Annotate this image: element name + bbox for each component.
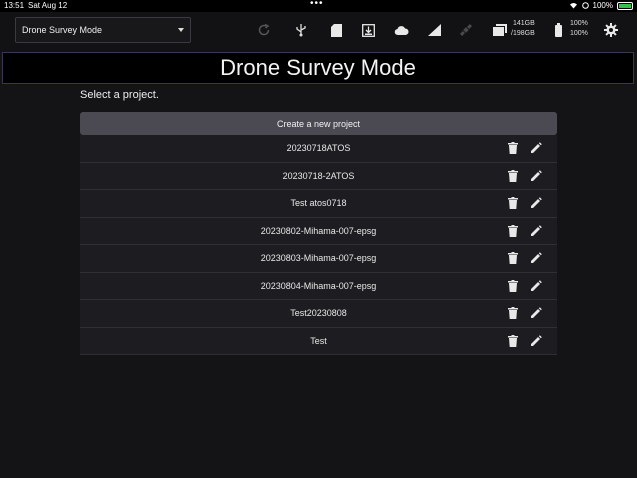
trash-icon[interactable] xyxy=(506,279,520,293)
pencil-icon[interactable] xyxy=(529,141,543,155)
satellite-icon[interactable] xyxy=(458,22,474,38)
refresh-icon[interactable] xyxy=(256,22,272,38)
sd-card-icon[interactable] xyxy=(328,22,344,38)
row-actions xyxy=(506,196,543,210)
trash-icon[interactable] xyxy=(506,306,520,320)
project-name: Test atos0718 xyxy=(290,198,347,209)
status-battery-percent: 100% xyxy=(592,1,613,10)
battery-1-value: 100% xyxy=(570,20,588,27)
row-actions xyxy=(506,251,543,265)
page-title-banner: Drone Survey Mode xyxy=(2,52,634,84)
pencil-icon[interactable] xyxy=(529,334,543,348)
project-row[interactable]: 20230718-2ATOS xyxy=(80,162,557,190)
row-actions xyxy=(506,169,543,183)
project-name: Test20230808 xyxy=(290,308,347,319)
wifi-icon xyxy=(569,3,577,9)
pencil-icon[interactable] xyxy=(529,196,543,210)
project-name: 20230803-Mihama-007-epsg xyxy=(260,253,377,264)
trash-icon[interactable] xyxy=(506,196,520,210)
chevron-down-icon xyxy=(178,28,184,32)
storage-used: 141GB xyxy=(512,20,535,27)
trash-icon[interactable] xyxy=(506,141,520,155)
project-row[interactable]: 20230804-Mihama-007-epsg xyxy=(80,272,557,300)
battery-readout: 100% 100% xyxy=(570,19,588,39)
project-row[interactable]: 20230802-Mihama-007-epsg xyxy=(80,217,557,245)
pencil-icon[interactable] xyxy=(529,306,543,320)
project-row[interactable]: 20230803-Mihama-007-epsg xyxy=(80,245,557,273)
pencil-icon[interactable] xyxy=(529,279,543,293)
project-name: 20230718ATOS xyxy=(286,143,351,154)
create-project-button[interactable]: Create a new project xyxy=(80,112,557,135)
multitask-dots-icon[interactable]: ••• xyxy=(310,0,324,9)
trash-icon[interactable] xyxy=(506,334,520,348)
usb-icon[interactable] xyxy=(293,22,309,38)
storage-readout: 141GB /198GB xyxy=(511,19,535,39)
row-actions xyxy=(506,306,543,320)
mode-select[interactable]: Drone Survey Mode xyxy=(15,17,191,43)
pencil-icon[interactable] xyxy=(529,251,543,265)
storage-total: /198GB xyxy=(511,30,535,37)
toolbar: Drone Survey Mode 141GB /198GB 100% 100% xyxy=(0,12,637,52)
status-right: 100% xyxy=(569,1,633,10)
project-name: Test xyxy=(310,335,327,346)
row-actions xyxy=(506,279,543,293)
project-row[interactable]: Test atos0718 xyxy=(80,190,557,218)
pencil-icon[interactable] xyxy=(529,169,543,183)
project-row[interactable]: Test20230808 xyxy=(80,300,557,328)
instruction-text: Select a project. xyxy=(80,89,159,101)
project-name: 20230804-Mihama-007-epsg xyxy=(260,280,377,291)
download-icon[interactable] xyxy=(360,22,376,38)
project-name: 20230718-2ATOS xyxy=(282,170,355,181)
cloud-icon[interactable] xyxy=(393,22,409,38)
status-time: 13:51 xyxy=(4,1,25,10)
signal-icon[interactable] xyxy=(426,22,442,38)
orientation-lock-icon xyxy=(581,2,589,9)
mode-select-value: Drone Survey Mode xyxy=(22,25,103,35)
row-actions xyxy=(506,334,543,348)
trash-icon[interactable] xyxy=(506,251,520,265)
gear-icon[interactable] xyxy=(603,22,619,38)
status-bar: 13:51 Sat Aug 12 ••• 100% xyxy=(0,0,637,12)
status-battery-icon xyxy=(617,1,633,10)
project-list: 20230718ATOS 20230718-2ATOS Test atos0718 2… xyxy=(80,135,557,355)
page-title: Drone Survey Mode xyxy=(220,55,416,80)
row-actions xyxy=(506,224,543,238)
project-name: 20230802-Mihama-007-epsg xyxy=(260,225,377,236)
battery-icon xyxy=(550,22,566,38)
battery-2-value: 100% xyxy=(570,30,588,37)
trash-icon[interactable] xyxy=(506,224,520,238)
project-row[interactable]: Test xyxy=(80,327,557,355)
project-row[interactable]: 20230718ATOS xyxy=(80,135,557,163)
create-project-label: Create a new project xyxy=(276,118,361,129)
trash-icon[interactable] xyxy=(506,169,520,183)
folder-icon[interactable] xyxy=(492,22,508,38)
status-date: Sat Aug 12 xyxy=(28,1,68,10)
pencil-icon[interactable] xyxy=(529,224,543,238)
row-actions xyxy=(506,141,543,155)
